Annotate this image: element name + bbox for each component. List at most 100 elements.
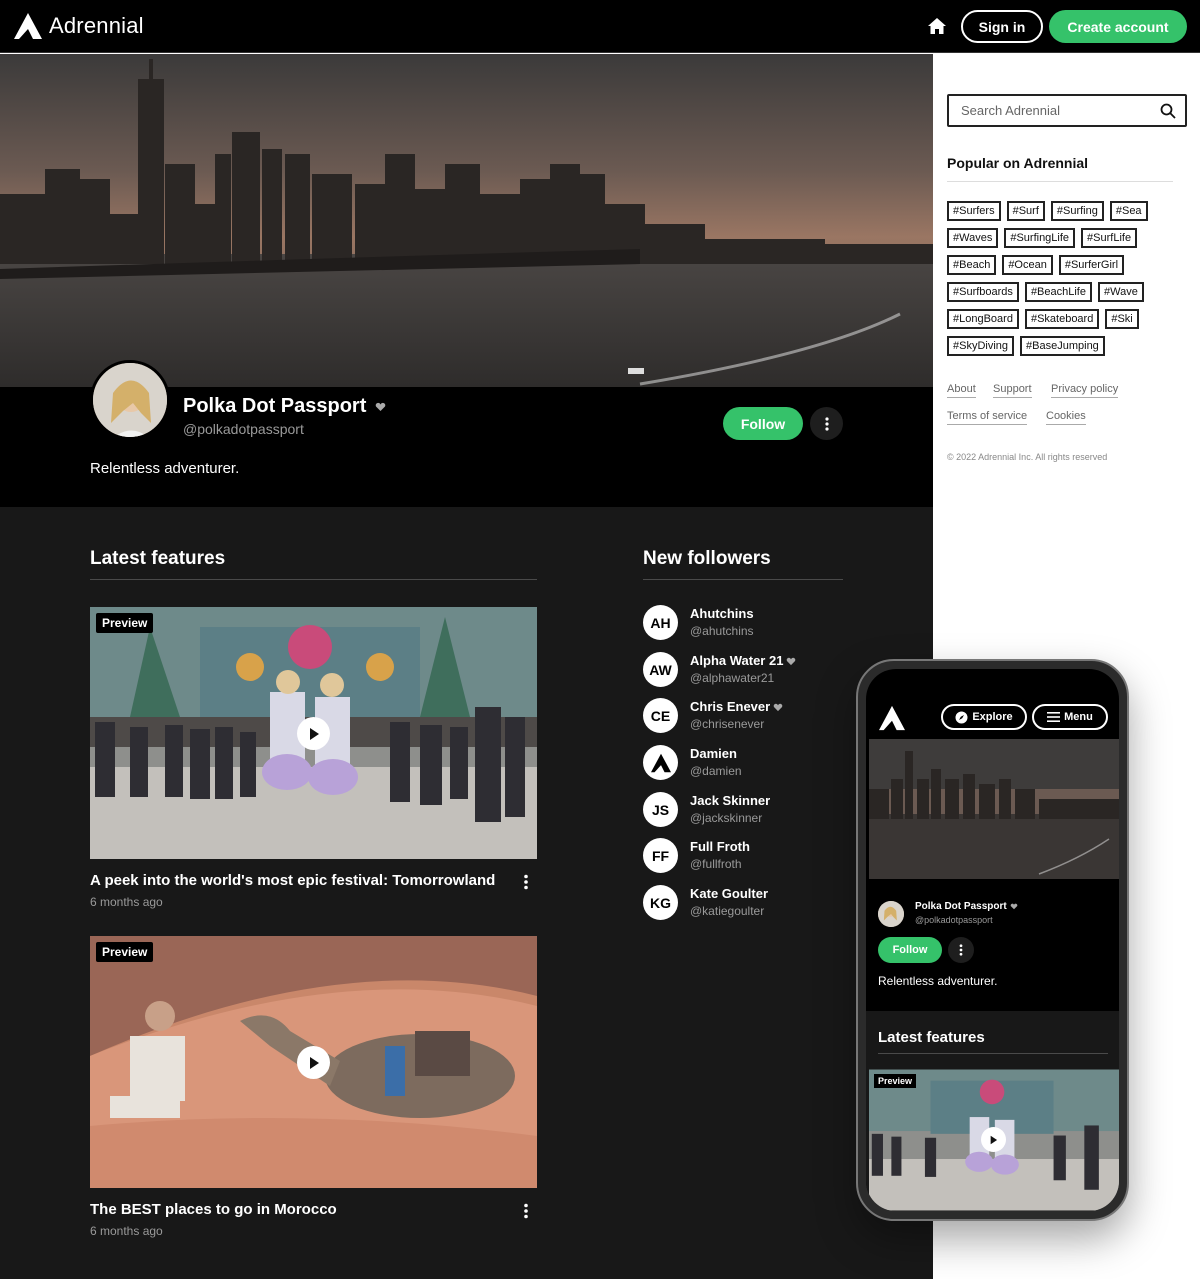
menu-button[interactable]: Menu: [1032, 704, 1108, 730]
follower-handle: @ahutchins: [690, 624, 754, 638]
play-button[interactable]: [981, 1127, 1006, 1152]
hashtag-link[interactable]: #Surfers: [947, 201, 1001, 221]
explore-button[interactable]: Explore: [941, 704, 1027, 730]
popular-heading: Popular on Adrennial: [947, 155, 1089, 171]
follower-item[interactable]: AW Alpha Water 21 @alphawater21: [643, 652, 863, 692]
phone-profile-bio: Relentless adventurer.: [878, 974, 998, 988]
top-navigation-bar: Adrennial Sign in Create account: [0, 0, 1200, 53]
support-link[interactable]: Support: [993, 383, 1032, 398]
hashtag-link[interactable]: #Ocean: [1002, 255, 1053, 275]
privacy-policy-link[interactable]: Privacy policy: [1051, 383, 1119, 398]
search-placeholder: Search Adrennial: [961, 103, 1061, 118]
follower-name: Full Froth: [690, 839, 750, 854]
verified-heart-icon: [773, 703, 783, 712]
follower-item[interactable]: CE Chris Enever @chrisenever: [643, 698, 863, 738]
feature-thumbnail[interactable]: Preview: [90, 936, 537, 1188]
hashtag-link[interactable]: #SurferGirl: [1058, 255, 1125, 275]
profile-name: Polka Dot Passport: [183, 395, 386, 418]
follower-handle: @fullfroth: [690, 857, 742, 871]
city-skyline-image: [0, 54, 933, 387]
search-icon[interactable]: [1160, 103, 1176, 119]
hashtag-link[interactable]: #Skateboard: [1024, 309, 1100, 329]
hashtag-link[interactable]: #Surfboards: [947, 282, 1019, 302]
phone-content-area: Latest features Preview: [866, 1011, 1119, 1211]
hashtag-link[interactable]: #LongBoard: [947, 309, 1019, 329]
hashtag-link[interactable]: #SkyDiving: [947, 336, 1015, 356]
about-link[interactable]: About: [947, 383, 976, 398]
follower-name: Damien: [690, 746, 737, 761]
feature-title[interactable]: A peek into the world's most epic festiv…: [90, 872, 495, 889]
profile-avatar[interactable]: [90, 360, 170, 440]
phone-latest-features-heading: Latest features: [878, 1029, 985, 1046]
phone-mockup: Explore Menu Polka Dot Passport @polkado…: [856, 659, 1129, 1221]
kebab-menu-icon: [824, 416, 829, 431]
follower-handle: @chrisenever: [690, 717, 765, 731]
verified-heart-icon: [375, 402, 386, 411]
follower-name: Chris Enever: [690, 699, 783, 714]
feature-options-icon[interactable]: [523, 874, 529, 890]
verified-heart-icon: [1010, 903, 1018, 910]
follower-item[interactable]: KG Kate Goulter @katiegoulter: [643, 885, 863, 925]
phone-profile-avatar[interactable]: [878, 901, 904, 927]
profile-bio: Relentless adventurer.: [90, 460, 240, 477]
feature-timestamp: 6 months ago: [90, 895, 163, 909]
play-icon: [990, 1135, 998, 1144]
feature-thumbnail[interactable]: Preview: [90, 607, 537, 859]
adrennial-logo-icon: [14, 13, 42, 39]
profile-more-options-button[interactable]: [810, 407, 843, 440]
hashtag-link[interactable]: #Wave: [1097, 282, 1144, 302]
cookies-link[interactable]: Cookies: [1046, 410, 1086, 425]
phone-profile-name: Polka Dot Passport: [915, 901, 1018, 912]
hashtag-link[interactable]: #Ski: [1105, 309, 1139, 329]
kebab-menu-icon: [959, 944, 963, 956]
follower-name-text: Alpha Water 21: [690, 653, 784, 668]
follower-handle: @katiegoulter: [690, 904, 765, 918]
preview-badge: Preview: [96, 613, 154, 633]
section-divider: [878, 1053, 1108, 1054]
profile-name-text: Polka Dot Passport: [183, 395, 367, 417]
follower-item[interactable]: FF Full Froth @fullfroth: [643, 838, 863, 878]
sign-in-button[interactable]: Sign in: [961, 10, 1043, 43]
verified-heart-icon: [787, 657, 796, 666]
adrennial-logo-icon[interactable]: [878, 705, 906, 731]
hashtag-link[interactable]: #BaseJumping: [1020, 336, 1105, 356]
hashtag-link[interactable]: #Surfing: [1050, 201, 1104, 221]
follower-item[interactable]: Damien @damien: [643, 745, 863, 785]
follower-avatar: AW: [643, 652, 678, 687]
follower-avatar: FF: [643, 838, 678, 873]
feature-timestamp: 6 months ago: [90, 1224, 163, 1238]
copyright-text: © 2022 Adrennial Inc. All rights reserve…: [947, 452, 1108, 462]
profile-handle: @polkadotpassport: [183, 421, 304, 437]
follower-item[interactable]: JS Jack Skinner @jackskinner: [643, 792, 863, 832]
profile-cover-image: [0, 54, 933, 387]
home-icon[interactable]: [927, 17, 947, 35]
explore-label: Explore: [972, 711, 1013, 723]
phone-more-options-button[interactable]: [948, 937, 974, 963]
phone-follow-button[interactable]: Follow: [878, 937, 942, 963]
hashtag-link[interactable]: #SurfLife: [1081, 228, 1138, 248]
phone-feature-thumbnail[interactable]: Preview: [869, 1069, 1119, 1211]
play-button[interactable]: [297, 1046, 330, 1079]
hashtag-link[interactable]: #SurfingLife: [1004, 228, 1076, 248]
new-followers-heading: New followers: [643, 548, 771, 569]
terms-of-service-link[interactable]: Terms of service: [947, 410, 1028, 425]
section-divider: [643, 579, 843, 580]
play-button[interactable]: [297, 717, 330, 750]
search-input[interactable]: Search Adrennial: [947, 94, 1187, 127]
feature-options-icon[interactable]: [523, 1203, 529, 1219]
follower-avatar: CE: [643, 698, 678, 733]
follower-handle: @jackskinner: [690, 811, 763, 825]
hashtag-link[interactable]: #Beach: [947, 255, 997, 275]
hashtag-link[interactable]: #Waves: [947, 228, 999, 248]
feature-title[interactable]: The BEST places to go in Morocco: [90, 1201, 337, 1218]
hashtag-link[interactable]: #BeachLife: [1024, 282, 1092, 302]
hashtag-link[interactable]: #Surf: [1006, 201, 1045, 221]
brand-logo[interactable]: Adrennial: [13, 12, 144, 40]
follower-handle: @damien: [690, 764, 742, 778]
create-account-button[interactable]: Create account: [1049, 10, 1187, 43]
follow-button[interactable]: Follow: [723, 407, 803, 440]
follower-handle: @alphawater21: [690, 671, 775, 685]
hashtag-link[interactable]: #Sea: [1109, 201, 1148, 221]
follower-item[interactable]: AH Ahutchins @ahutchins: [643, 605, 863, 645]
menu-label: Menu: [1064, 711, 1093, 723]
